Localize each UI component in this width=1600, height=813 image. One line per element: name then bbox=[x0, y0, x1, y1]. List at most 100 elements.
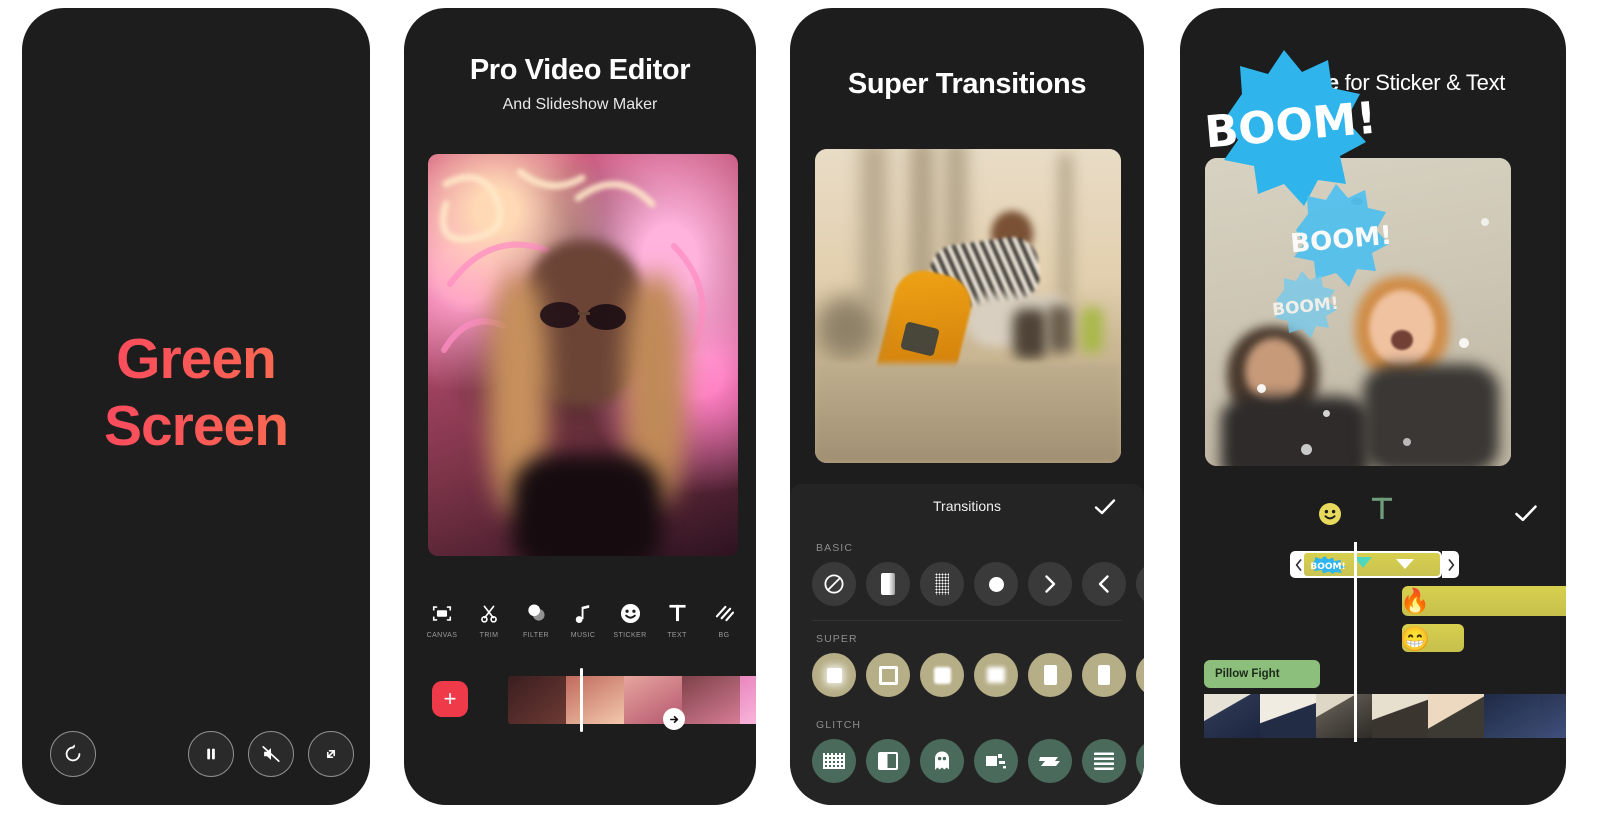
glitch-split[interactable] bbox=[866, 739, 910, 783]
transition-row-basic[interactable] bbox=[790, 562, 1144, 606]
super-square-wipe[interactable] bbox=[1082, 653, 1126, 697]
timeline-filmstrip[interactable] bbox=[1204, 694, 1566, 738]
sheet-title: Transitions bbox=[933, 498, 1001, 514]
glitch-scanline[interactable] bbox=[1082, 739, 1126, 783]
fire-emoji: 🔥 bbox=[1400, 587, 1430, 615]
add-media-button[interactable]: + bbox=[432, 681, 468, 717]
toolbar-item-canvas[interactable]: CANVAS bbox=[420, 600, 464, 639]
grin-emoji-icon: 😁 bbox=[1398, 622, 1432, 656]
transition-dither[interactable] bbox=[920, 562, 964, 606]
timeline-playhead[interactable] bbox=[1354, 542, 1357, 742]
panel-keyframe: Keyframe for Sticker & Text BOOM! BOOM! … bbox=[1180, 8, 1566, 805]
glitch-scanline-icon bbox=[1094, 752, 1114, 770]
sticker-smiley-icon bbox=[1319, 503, 1341, 525]
chevron-left-icon bbox=[1098, 575, 1109, 593]
filmstrip-frame bbox=[1540, 694, 1566, 738]
pause-icon bbox=[207, 748, 215, 760]
toolbar-item-text[interactable]: TEXT bbox=[655, 600, 699, 639]
clip-trim-handle-right[interactable] bbox=[1442, 551, 1459, 578]
glitch-shatter[interactable] bbox=[974, 739, 1018, 783]
timeline-track-fire[interactable]: 🔥 bbox=[1400, 586, 1566, 616]
super-square-glow[interactable] bbox=[812, 653, 856, 697]
ghost-icon bbox=[935, 751, 949, 770]
green-screen-headline: Green Screen bbox=[22, 326, 370, 461]
glitch-smear[interactable] bbox=[1028, 739, 1072, 783]
playback-controls bbox=[22, 731, 370, 779]
preview-subject bbox=[428, 154, 738, 556]
transition-circle[interactable] bbox=[974, 562, 1018, 606]
timeline-playhead[interactable] bbox=[580, 668, 583, 732]
panel3-title: Super Transitions bbox=[847, 68, 1087, 100]
panel2-title: Pro Video Editor bbox=[469, 54, 691, 86]
glitch-noise[interactable] bbox=[812, 739, 856, 783]
transitions-sheet: Transitions BASIC SUPER GLITCH bbox=[790, 484, 1144, 805]
panel-super-transitions: Super Transitions Transitions BASIC SUPE… bbox=[790, 8, 1144, 805]
chevron-right-icon bbox=[1448, 558, 1454, 571]
checkmark-icon bbox=[1094, 499, 1116, 515]
filmstrip-frame bbox=[1204, 694, 1260, 738]
toolbar-item-music[interactable]: MUSIC bbox=[561, 600, 605, 639]
filmstrip-frame bbox=[740, 676, 756, 724]
transition-slide-right[interactable] bbox=[1028, 562, 1072, 606]
square-wipe-icon bbox=[1098, 665, 1110, 685]
square-glow-icon bbox=[826, 667, 842, 683]
none-slash-icon bbox=[824, 574, 844, 594]
clip-thumbnail-boom: BOOM! bbox=[1307, 555, 1351, 574]
triangle-down-icon[interactable] bbox=[1396, 559, 1414, 569]
super-square-blur[interactable] bbox=[974, 653, 1018, 697]
sticker-tool-button[interactable] bbox=[1318, 502, 1342, 531]
filmstrip-frame bbox=[508, 676, 566, 724]
sheet-divider bbox=[812, 620, 1122, 621]
toolbar-item-filter[interactable]: FILTER bbox=[514, 600, 558, 639]
chevron-right-icon bbox=[1045, 575, 1056, 593]
filmstrip-frame bbox=[682, 676, 740, 724]
headline-line-2: Screen bbox=[22, 393, 370, 460]
transition-row-glitch[interactable] bbox=[790, 739, 1144, 783]
transition-preview[interactable] bbox=[815, 149, 1121, 463]
transition-slide-down[interactable] bbox=[1136, 562, 1144, 606]
clip-name-chip[interactable]: Pillow Fight bbox=[1204, 660, 1320, 688]
toolbar-label: FILTER bbox=[523, 632, 549, 639]
panel-green-screen: Green Screen bbox=[22, 8, 370, 805]
expand-button[interactable] bbox=[308, 731, 354, 777]
timeline-track-grin[interactable]: 😁 bbox=[1400, 624, 1464, 653]
confirm-button[interactable] bbox=[1514, 504, 1538, 528]
replay-button[interactable] bbox=[50, 731, 96, 777]
transition-slide-left[interactable] bbox=[1082, 562, 1126, 606]
super-square-edge[interactable] bbox=[1136, 653, 1144, 697]
toolbar-item-sticker[interactable]: STICKER bbox=[608, 600, 652, 639]
checkmark-icon bbox=[1515, 505, 1537, 522]
next-step-button[interactable] bbox=[663, 708, 685, 730]
keyframe-preview[interactable] bbox=[1205, 158, 1511, 466]
transition-half-fade[interactable] bbox=[866, 562, 910, 606]
mute-button[interactable] bbox=[248, 731, 294, 777]
group-label-glitch: GLITCH bbox=[816, 719, 862, 731]
glitch-block[interactable] bbox=[1136, 739, 1144, 783]
timeline-clip-selected[interactable]: BOOM! bbox=[1302, 551, 1442, 578]
toolbar-item-trim[interactable]: TRIM bbox=[467, 600, 511, 639]
super-square-soft[interactable] bbox=[920, 653, 964, 697]
dither-icon bbox=[935, 573, 949, 595]
timeline-filmstrip[interactable] bbox=[508, 676, 756, 724]
text-tool-button[interactable] bbox=[1370, 496, 1394, 529]
transition-none[interactable] bbox=[812, 562, 856, 606]
filmstrip-frame bbox=[1428, 694, 1484, 738]
panel4-title: Keyframe for Sticker & Text bbox=[1180, 70, 1566, 96]
glitch-ghost[interactable] bbox=[920, 739, 964, 783]
square-tall-icon bbox=[1043, 665, 1057, 685]
confirm-button[interactable] bbox=[1094, 498, 1116, 521]
super-square-outline[interactable] bbox=[866, 653, 910, 697]
expand-icon bbox=[326, 749, 336, 759]
group-label-basic: BASIC bbox=[816, 542, 854, 554]
toolbar-label: TEXT bbox=[667, 632, 687, 639]
filmstrip-frame bbox=[1260, 694, 1316, 738]
super-square-tall[interactable] bbox=[1028, 653, 1072, 697]
arrow-right-icon bbox=[669, 715, 678, 723]
transition-row-super[interactable] bbox=[790, 653, 1144, 697]
filmstrip-frame bbox=[1372, 694, 1428, 738]
video-preview[interactable] bbox=[428, 154, 738, 556]
pause-button[interactable] bbox=[188, 731, 234, 777]
scissors-icon bbox=[467, 600, 511, 626]
toolbar-item-bg[interactable]: BG bbox=[702, 600, 746, 639]
preview-motion-blur bbox=[815, 149, 1121, 463]
